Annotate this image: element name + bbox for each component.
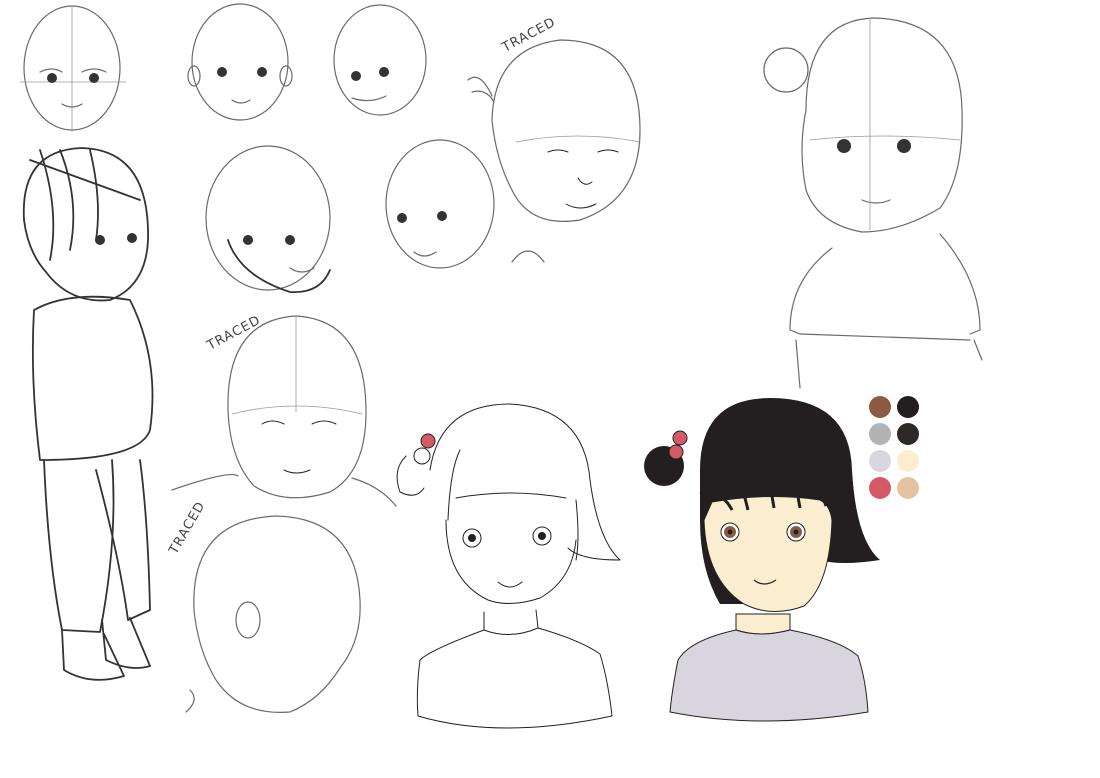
traced-label-2: TRACED (204, 313, 264, 354)
sketch-face-front-2 (187, 3, 293, 121)
sketch-traced-face-2: TRACED (171, 313, 397, 507)
sketch-face-three-quarter-1 (333, 4, 427, 116)
swatch-brown (869, 396, 891, 418)
sketch-face-three-quarter-2 (205, 145, 331, 293)
swatch-dark-brown (897, 423, 919, 445)
sketch-girl-bun (763, 17, 983, 389)
swatch-cream (897, 450, 919, 472)
colored-girl (644, 398, 880, 722)
swatch-tan (897, 477, 919, 499)
sketch-traced-profile: TRACED (166, 499, 361, 713)
colored-shirt (669, 629, 869, 722)
traced-label-3: TRACED (166, 499, 209, 558)
swatch-rose-red (869, 477, 891, 499)
swatch-near-black (897, 396, 919, 418)
colored-bow-bottom (668, 444, 684, 460)
color-palette (869, 396, 919, 499)
sketch-sheet: TRACED TRACED TRACED (19, 3, 983, 729)
swatch-gray (869, 423, 891, 445)
swatch-lavender-gray (869, 450, 891, 472)
sketch-child-full-body (22, 147, 154, 681)
lineart-bow (420, 433, 436, 449)
lineart-girl (396, 403, 621, 729)
colored-bow-top (672, 430, 688, 446)
sketch-face-front-1 (19, 5, 127, 133)
sketch-traced-face-1: TRACED (467, 15, 641, 263)
sketch-face-round (385, 139, 495, 269)
